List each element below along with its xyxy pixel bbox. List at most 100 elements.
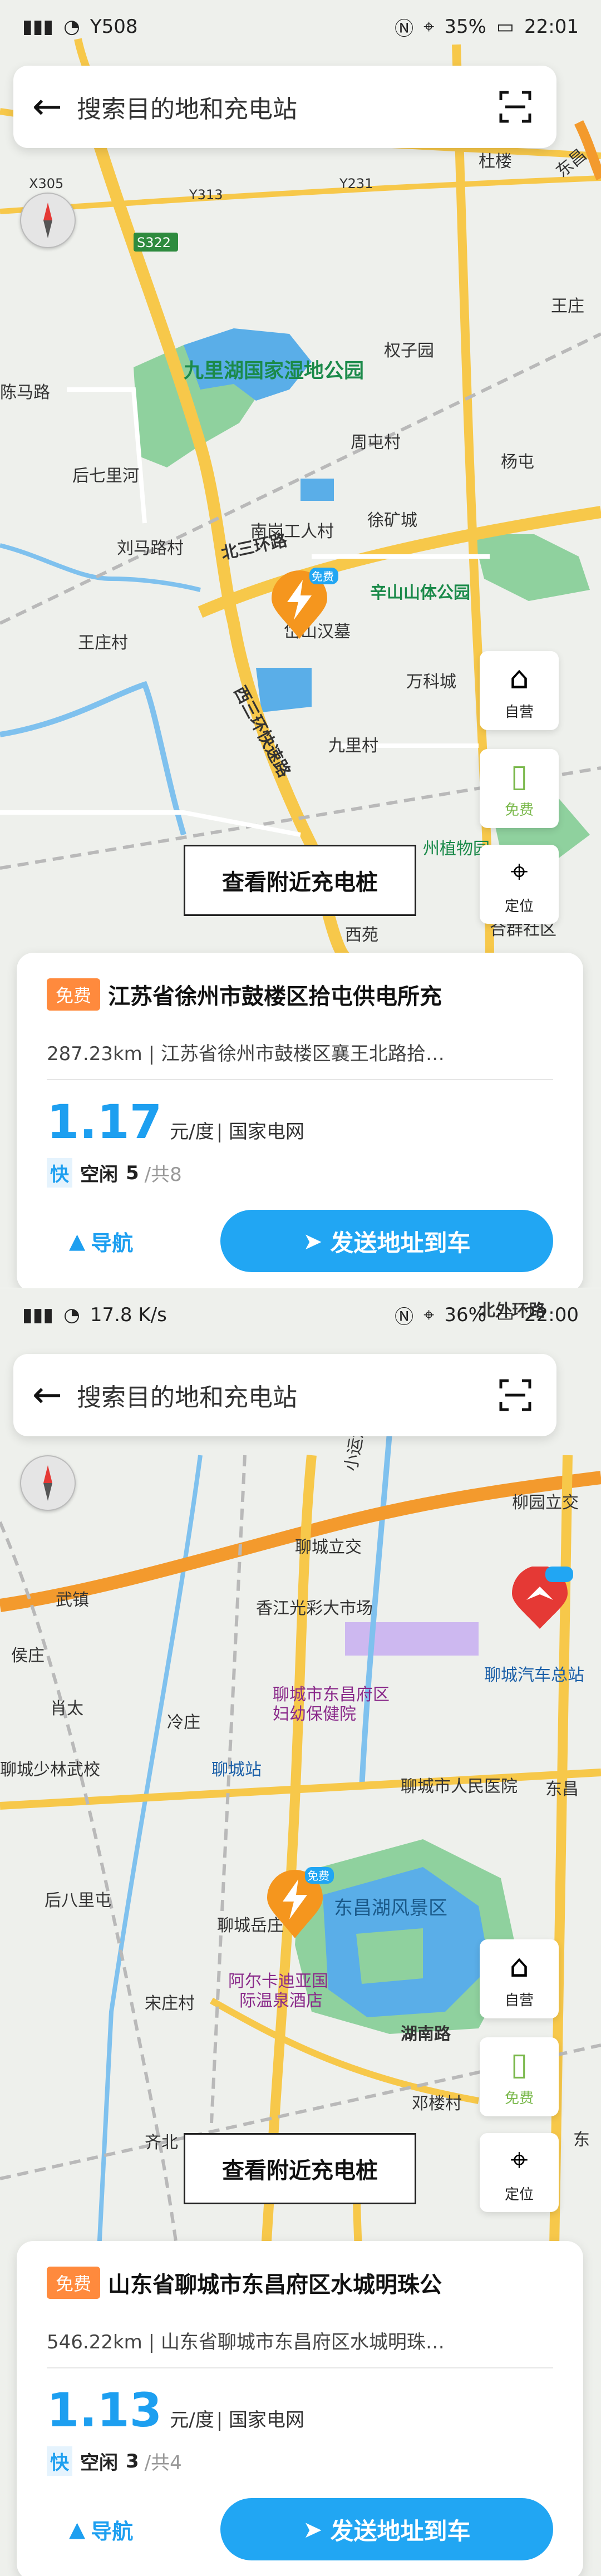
locate-button[interactable]: ⌖ 定位 [480,2133,559,2212]
locate-label: 定位 [504,2186,534,2203]
send-to-car-button[interactable]: ➤ 发送地址到车 [220,2498,553,2560]
free-label: 免费 [504,802,534,819]
navigate-label: 导航 [91,2519,134,2544]
svg-text:湖南路: 湖南路 [401,2025,451,2044]
status-bar: ▮▮▮ ◔ 17.8 K/s Ⓝ ⌖ 36% ▭ 22:00 [0,1288,601,1342]
palace-icon: ⌂ [509,660,529,696]
svg-text:徐矿城: 徐矿城 [367,511,417,530]
compass-icon[interactable] [20,1455,76,1511]
station-title: 山东省聊城市东昌府区水城明珠公 [108,2272,442,2298]
svg-text:九里村: 九里村 [328,736,378,756]
wifi-icon: ◔ [63,16,80,38]
back-arrow-icon[interactable]: ← [32,1375,77,1416]
svg-text:柳园立交: 柳园立交 [512,1493,579,1513]
svg-text:杜楼: 杜楼 [479,152,512,171]
scan-icon[interactable] [493,1373,538,1417]
nearby-chargers-button[interactable]: 查看附近充电桩 [184,845,416,916]
total-count: /共4 [144,2452,182,2474]
free-button[interactable]: ▯ 免费 [480,749,559,828]
svg-text:侯庄: 侯庄 [11,1646,45,1666]
compass-icon[interactable] [20,193,76,248]
navigate-button[interactable]: ▲ 导航 [47,1226,220,1257]
battery-icon: ▭ [496,1304,515,1326]
nearby-chargers-button[interactable]: 查看附近充电桩 [184,2133,416,2204]
svg-text:香江光彩大市场: 香江光彩大市场 [256,1599,373,1618]
svg-text:聊城少林武校: 聊城少林武校 [0,1760,100,1780]
pin-badge: 免费 [307,1869,329,1883]
map-label: 九里湖国家湿地公园 [184,359,364,382]
wifi-icon: ◔ [63,1304,80,1326]
svg-text:肖太: 肖太 [50,1699,83,1718]
station-title: 江苏省徐州市鼓楼区拾屯供电所充 [108,984,442,1009]
navigate-button[interactable]: ▲ 导航 [47,2514,220,2545]
idle-label: 空闲 [80,1164,118,1186]
svg-text:聊城市东昌府区: 聊城市东昌府区 [273,1685,390,1705]
battery-text: 35% [444,16,486,38]
locate-button[interactable]: ⌖ 定位 [480,845,559,924]
operator: | 国家电网 [216,1121,304,1143]
search-input[interactable]: 搜索目的地和充电站 [77,1377,493,1413]
svg-text:齐北: 齐北 [145,2133,178,2153]
battery-text: 36% [444,1304,486,1326]
palace-button[interactable]: ⌂ 自营 [480,651,559,730]
scan-icon[interactable] [493,85,538,129]
location-icon: ⌖ [423,16,435,38]
pin-badge: 免费 [312,570,334,583]
svg-text:S322: S322 [137,235,171,250]
svg-text:东昌湖风景区: 东昌湖风景区 [334,1897,447,1919]
svg-text:西苑: 西苑 [345,925,378,945]
svg-text:际温泉酒店: 际温泉酒店 [239,1991,323,2011]
idle-label: 空闲 [80,2452,118,2474]
svg-text:后八里屯: 后八里屯 [45,1891,111,1910]
navigate-arrow-icon: ▲ [69,2517,86,2541]
charger-icon: ▯ [510,758,528,794]
palace-button[interactable]: ⌂ 自营 [480,1939,559,2018]
locate-label: 定位 [504,898,534,915]
back-arrow-icon[interactable]: ← [32,86,77,127]
send-to-car-button[interactable]: ➤ 发送地址到车 [220,1210,553,1272]
svg-text:东: 东 [573,2130,590,2150]
search-bar[interactable]: ← 搜索目的地和充电站 [13,66,556,148]
fast-badge: 快 [47,1158,72,1188]
svg-text:王庄: 王庄 [551,297,584,316]
idle-count: 5 [126,1161,139,1184]
clock: 22:01 [524,16,579,38]
svg-text:刘马路村: 刘马路村 [117,539,184,558]
svg-text:王庄村: 王庄村 [78,633,128,653]
svg-text:权子园: 权子园 [384,341,434,361]
station-card[interactable]: 免费 江苏省徐州市鼓楼区拾屯供电所充 287.23km | 江苏省徐州市鼓楼区襄… [17,953,583,1288]
total-count: /共8 [144,1164,182,1186]
search-input[interactable]: 搜索目的地和充电站 [77,89,493,125]
svg-text:邓楼村: 邓楼村 [412,2094,462,2114]
nfc-icon: Ⓝ [395,1306,414,1328]
svg-text:聊城站: 聊城站 [211,1760,262,1780]
free-button[interactable]: ▯ 免费 [480,2037,559,2116]
search-bar[interactable]: ← 搜索目的地和充电站 [13,1354,556,1436]
clock: 22:00 [524,1304,579,1326]
screen-1: 九里湖国家湿地公园 权子园 南岗工人村 徐矿城 辛山山体公园 万科城 九里村 杨… [0,0,601,1288]
charger-icon: ▯ [510,2046,528,2082]
svg-text:Y231: Y231 [339,176,373,191]
price-value: 1.13 [47,2383,162,2437]
charger-pin[interactable]: 免费 [266,568,338,648]
svg-text:东昌: 东昌 [545,1780,579,1799]
station-address: 546.22km | 山东省聊城市东昌府区水城明珠… [47,2327,553,2368]
svg-text:X305: X305 [29,176,63,191]
palace-label: 自营 [504,1992,534,2009]
station-card[interactable]: 免费 山东省聊城市东昌府区水城明珠公 546.22km | 山东省聊城市东昌府区… [17,2241,583,2576]
price-unit: 元/度 [170,1121,214,1143]
palace-label: 自营 [504,704,534,721]
charger-pin[interactable]: 免费 [262,1867,334,1947]
free-label: 免费 [504,2090,534,2107]
target-icon: ⌖ [510,2141,528,2178]
screen-2: 聊城立交 柳园立交 香江光彩大市场 聊城汽车总站 聊城市东昌府区 妇幼保健院 聊… [0,1288,601,2576]
operator: | 国家电网 [216,2409,304,2431]
signal-icon: ▮▮▮ [22,16,54,38]
self-operated-pin[interactable] [506,1565,573,1636]
price-unit: 元/度 [170,2409,214,2431]
svg-text:杨屯: 杨屯 [501,452,534,472]
svg-text:聊城立交: 聊城立交 [295,1538,362,1557]
nfc-icon: Ⓝ [395,17,414,40]
navigate-label: 导航 [91,1230,134,1255]
svg-text:武镇: 武镇 [56,1590,89,1610]
